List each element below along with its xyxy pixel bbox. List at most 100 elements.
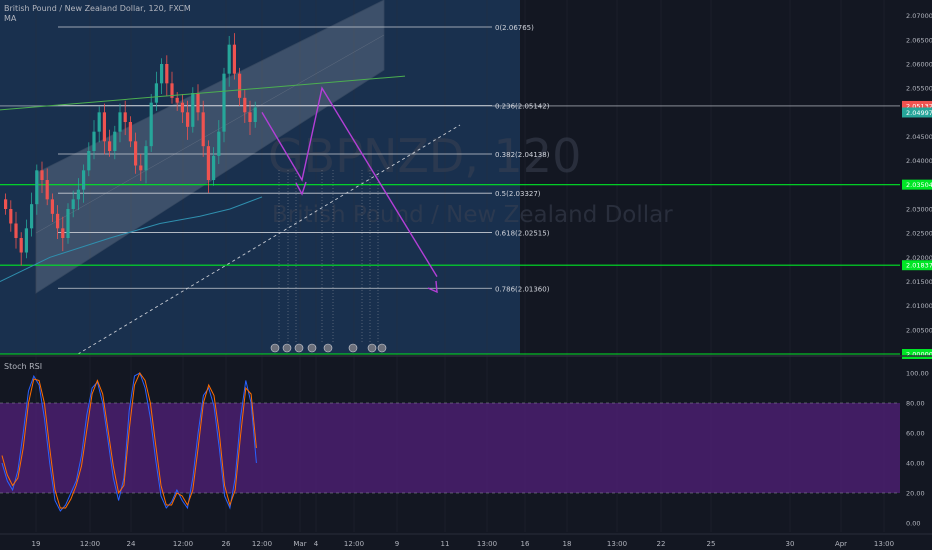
x-axis-tick-label: 24	[127, 540, 136, 548]
watermark-name: British Pound / New Zealand Dollar	[272, 202, 673, 228]
candle-body	[30, 204, 34, 229]
candle-body	[253, 107, 257, 122]
x-axis-tick-label: 25	[707, 540, 716, 548]
x-axis-tick-label: 13:00	[607, 540, 627, 548]
candle-body	[56, 213, 60, 229]
rsi-axis-tick-label: 0.00	[906, 520, 920, 528]
x-axis-tick-label: 19	[32, 540, 41, 548]
candle-body	[97, 112, 101, 132]
candle-body	[175, 97, 179, 103]
candle-body	[165, 64, 169, 84]
candle-body	[40, 170, 44, 180]
candle-body	[123, 112, 127, 122]
candle-body	[139, 165, 143, 171]
candle-body	[102, 112, 106, 142]
candle-body	[9, 209, 13, 224]
x-axis-tick-label: 26	[222, 540, 231, 548]
candle-body	[134, 141, 138, 166]
x-axis-tick-label: 16	[521, 540, 530, 548]
chart-title: British Pound / New Zealand Dollar, 120,…	[4, 4, 191, 13]
y-axis-tick-label: 2.06500	[906, 36, 932, 44]
candle-body	[82, 170, 86, 190]
x-axis-tick-label: 12:00	[252, 540, 272, 548]
price-label-text: 2.01837	[906, 262, 932, 270]
event-icon	[307, 343, 317, 353]
candle-body	[186, 112, 190, 127]
price-label-text: 2.04997	[906, 109, 932, 117]
candle-body	[217, 131, 221, 156]
candle-body	[128, 122, 132, 142]
candle-body	[243, 97, 247, 113]
event-icon	[282, 343, 292, 353]
price-label-text: 2.03504	[906, 181, 932, 189]
y-axis-tick-label: 2.02500	[906, 230, 932, 238]
event-icon	[367, 343, 377, 353]
fib-level-label: 0.382(2.04138)	[495, 151, 550, 159]
candle-body	[232, 44, 236, 74]
candle-body	[66, 209, 70, 238]
candle-body	[76, 189, 80, 200]
candle-body	[71, 199, 75, 209]
rsi-axis-tick-label: 20.00	[906, 490, 925, 498]
y-axis-tick-label: 2.01000	[906, 302, 932, 310]
x-axis-tick-label: 12:00	[344, 540, 364, 548]
stoch-rsi-label[interactable]: Stoch RSI	[4, 362, 42, 371]
candle-body	[227, 44, 231, 74]
candle-body	[87, 151, 91, 171]
candle-body	[180, 102, 184, 113]
candle-body	[154, 83, 158, 103]
stoch-rsi-band	[0, 403, 900, 493]
x-axis-tick-label: Mar	[293, 540, 306, 548]
rsi-axis-tick-label: 80.00	[906, 400, 925, 408]
candle-body	[50, 199, 54, 214]
x-axis-tick-label: 12:00	[173, 540, 193, 548]
x-axis-tick-label: Apr	[835, 540, 847, 548]
x-axis-tick-label: 13:00	[874, 540, 894, 548]
y-axis-tick-label: 2.07000	[906, 12, 932, 20]
candle-body	[45, 180, 49, 200]
candle-body	[222, 73, 226, 132]
x-axis-tick-label: 9	[395, 540, 399, 548]
y-axis-tick-label: 2.00500	[906, 326, 932, 334]
x-axis-tick-label: 13:00	[477, 540, 497, 548]
fib-level-label: 0.786(2.01360)	[495, 285, 550, 293]
candle-body	[191, 93, 195, 127]
price-label-text: 2.00000	[906, 351, 932, 359]
candle-body	[144, 146, 148, 171]
candle-body	[113, 131, 117, 151]
rsi-axis-tick-label: 100.00	[906, 370, 929, 378]
candle-body	[248, 112, 252, 122]
candle-body	[149, 102, 153, 147]
event-icon	[377, 343, 387, 353]
chart-canvas: GBPNZD, 120British Pound / New Zealand D…	[0, 0, 932, 548]
candle-body	[160, 64, 164, 84]
y-axis-tick-label: 2.01500	[906, 278, 932, 286]
candle-body	[35, 170, 39, 205]
rsi-axis-tick-label: 40.00	[906, 460, 925, 468]
candle-body	[61, 228, 65, 238]
candle-body	[118, 112, 122, 132]
rsi-axis-tick-label: 60.00	[906, 430, 925, 438]
y-axis-tick-label: 2.06000	[906, 61, 932, 69]
x-axis-tick-label: 22	[657, 540, 666, 548]
candle-body	[92, 131, 96, 151]
fib-level-label: 0.236(2.05142)	[495, 102, 550, 110]
candle-body	[14, 223, 18, 238]
candle-body	[212, 155, 216, 180]
x-axis-tick-label: 11	[441, 540, 450, 548]
candle-body	[4, 199, 8, 209]
candle-body	[196, 93, 200, 113]
x-axis-tick-label: 4	[314, 540, 319, 548]
candle-body	[108, 141, 112, 151]
ma-indicator-label[interactable]: MA	[4, 14, 16, 23]
event-icon	[348, 343, 358, 353]
y-axis-tick-label: 2.05500	[906, 85, 932, 93]
x-axis-tick-label: 30	[786, 540, 795, 548]
event-icon	[294, 343, 304, 353]
fib-level-label: 0(2.06765)	[495, 24, 534, 32]
y-axis-tick-label: 2.04000	[906, 157, 932, 165]
x-axis-tick-label: 18	[563, 540, 572, 548]
candle-body	[19, 238, 23, 253]
fib-level-label: 0.5(2.03327)	[495, 190, 541, 198]
event-icon	[323, 343, 333, 353]
